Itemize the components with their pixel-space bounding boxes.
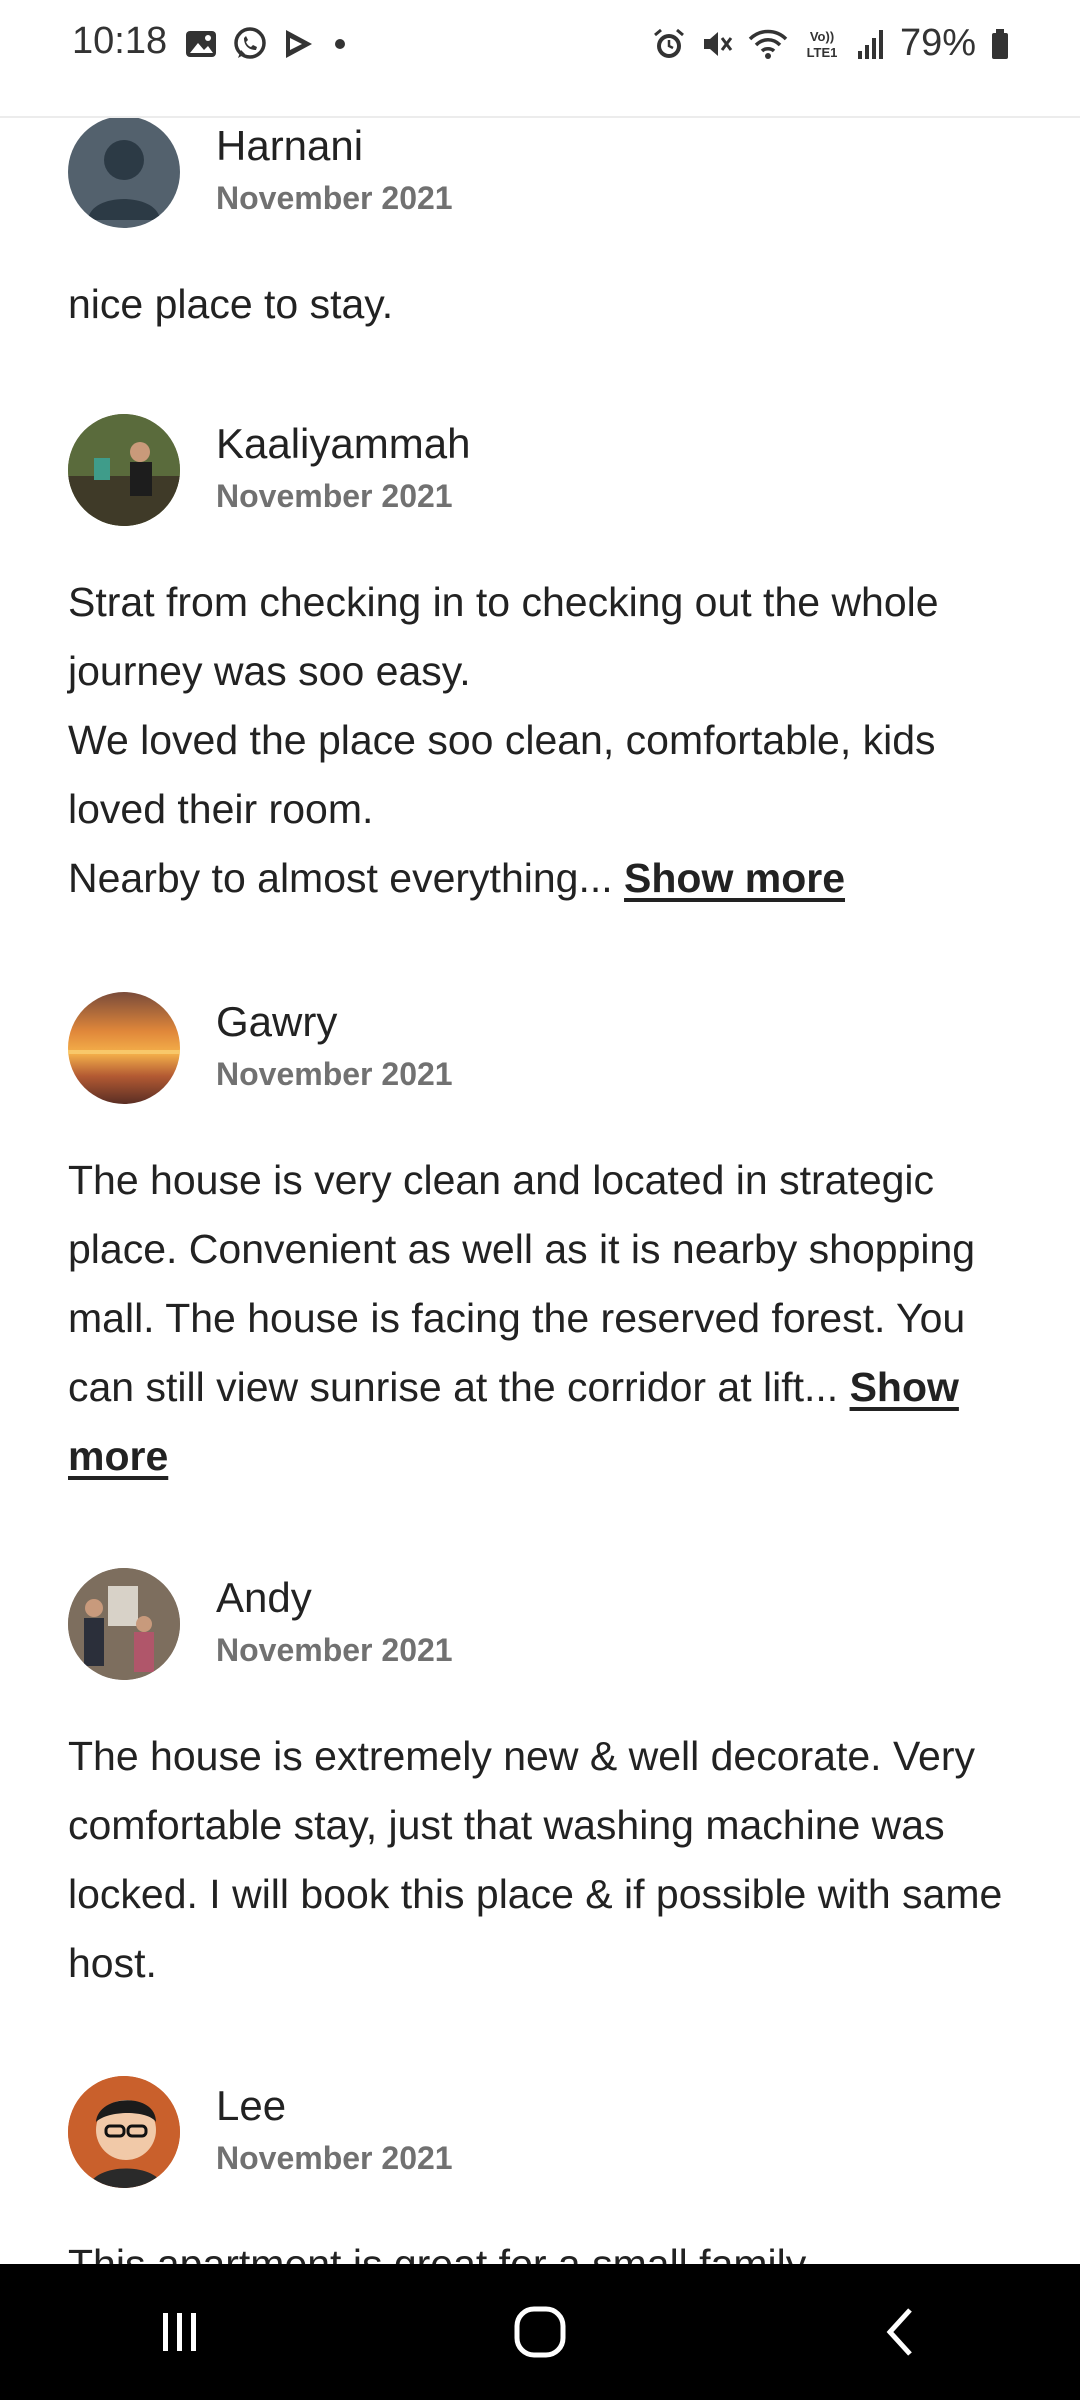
review-date: November 2021 [216, 1056, 453, 1092]
review-body: nice place to stay. [68, 281, 394, 327]
review-text: Strat from checking in to checking out t… [68, 568, 1018, 913]
system-icons: Vo)) LTE1 79% [652, 22, 1010, 65]
status-bar: 10:18 Vo)) LTE1 79% [0, 0, 1080, 118]
review-item: Lee November 2021 This apartment is grea… [68, 2076, 1018, 2264]
battery-percent: 79% [899, 22, 976, 64]
review-body: Strat from checking in to checking out t… [68, 579, 939, 901]
svg-text:Vo)): Vo)) [810, 29, 834, 44]
reviewer-name: Lee [216, 2082, 287, 2129]
recents-icon [163, 2313, 196, 2351]
battery-icon [992, 28, 1008, 59]
review-text: The house is very clean and located in s… [68, 1146, 1018, 1491]
reviews-list: Harnani November 2021 nice place to stay… [0, 0, 1080, 2264]
review-body: This apartment is great for a small fami… [68, 2241, 807, 2264]
reviewer-header: Andy November 2021 [68, 1568, 1018, 1682]
home-icon [514, 2306, 566, 2358]
svg-text:LTE1: LTE1 [807, 45, 838, 60]
dot-icon [335, 39, 345, 49]
show-more-link[interactable]: Show more [624, 855, 845, 901]
review-item: Harnani November 2021 nice place to stay… [68, 116, 1018, 339]
notification-icons [184, 26, 350, 62]
volte-icon: Vo)) LTE1 [807, 29, 838, 60]
review-text: This apartment is great for a small fami… [68, 2230, 1018, 2264]
wifi-icon [748, 29, 788, 59]
alarm-icon [653, 28, 684, 58]
avatar[interactable] [68, 1568, 180, 1680]
review-body: The house is extremely new & well decora… [68, 1733, 1003, 1986]
signal-icon [857, 29, 883, 59]
review-body: The house is very clean and located in s… [68, 1157, 976, 1410]
reviewer-header: Harnani November 2021 [68, 116, 1018, 230]
gallery-icon [186, 31, 216, 57]
review-text: nice place to stay. [68, 270, 1018, 339]
recents-button[interactable] [120, 2282, 240, 2382]
review-date: November 2021 [216, 1632, 453, 1668]
reviewer-header: Lee November 2021 [68, 2076, 1018, 2190]
avatar[interactable] [68, 992, 180, 1104]
avatar[interactable] [68, 414, 180, 526]
back-icon [886, 2308, 912, 2356]
back-button[interactable] [840, 2282, 960, 2382]
reviewer-name: Kaaliyammah [216, 420, 471, 467]
reviewer-header: Gawry November 2021 [68, 992, 1018, 1106]
play-icon [286, 30, 312, 58]
avatar[interactable] [68, 116, 180, 228]
review-item: Andy November 2021 The house is extremel… [68, 1568, 1018, 1998]
review-date: November 2021 [216, 478, 453, 514]
navigation-bar [0, 2264, 1080, 2400]
avatar[interactable] [68, 2076, 180, 2188]
status-time: 10:18 [72, 20, 168, 62]
mute-icon [703, 31, 733, 56]
reviewer-header: Kaaliyammah November 2021 [68, 414, 1018, 528]
reviewer-name: Harnani [216, 122, 364, 169]
review-date: November 2021 [216, 2140, 453, 2176]
reviewer-name: Andy [216, 1574, 312, 1621]
home-button[interactable] [480, 2282, 600, 2382]
review-date: November 2021 [216, 180, 453, 216]
review-item: Kaaliyammah November 2021 Strat from che… [68, 414, 1018, 913]
review-text: The house is extremely new & well decora… [68, 1722, 1018, 1998]
reviewer-name: Gawry [216, 998, 338, 1045]
whatsapp-icon [234, 27, 266, 59]
review-item: Gawry November 2021 The house is very cl… [68, 992, 1018, 1491]
